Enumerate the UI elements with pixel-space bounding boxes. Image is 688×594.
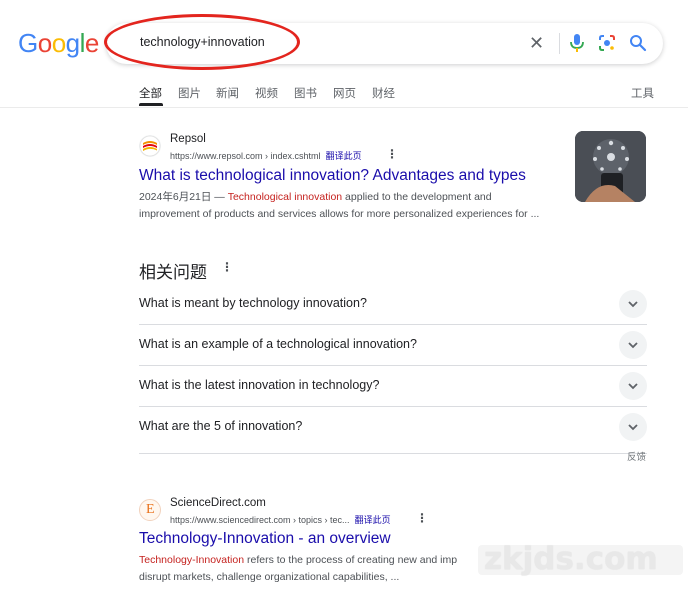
sciencedirect-favicon: E bbox=[139, 499, 161, 521]
snippet-text: refers to the process of creating new an… bbox=[244, 554, 458, 566]
result-snippet: 2024年6月21日 — Technological innovation ap… bbox=[139, 189, 539, 223]
result-url-text[interactable]: https://www.sciencedirect.com › topics ›… bbox=[170, 515, 350, 525]
result-snippet: Technology-Innovation refers to the proc… bbox=[139, 552, 457, 586]
more-options-icon[interactable]: ⋮ bbox=[416, 511, 428, 525]
result-site-name[interactable]: ScienceDirect.com bbox=[170, 497, 266, 509]
more-options-icon[interactable]: ⋮ bbox=[386, 147, 398, 161]
snippet-highlight: Technological innovation bbox=[227, 191, 343, 203]
related-question-item[interactable]: What are the 5 of innovation? bbox=[139, 407, 647, 454]
search-tabs: 全部 图片 新闻 视频 图书 网页 财经 bbox=[139, 85, 654, 106]
question-text: What are the 5 of innovation? bbox=[139, 419, 303, 433]
header-divider bbox=[0, 107, 688, 108]
result-title-link[interactable]: What is technological innovation? Advant… bbox=[139, 167, 526, 185]
chevron-down-icon[interactable] bbox=[619, 372, 647, 400]
snippet-highlight: Technology-Innovation bbox=[139, 554, 245, 566]
result-site-name[interactable]: Repsol bbox=[170, 133, 206, 145]
technology-thumbnail-icon bbox=[575, 131, 646, 202]
snippet-text: applied to the development and bbox=[342, 191, 492, 203]
logo-letter: o bbox=[37, 28, 52, 58]
logo-letter: G bbox=[18, 28, 38, 58]
result-thumbnail-image[interactable] bbox=[575, 131, 646, 202]
chevron-down-icon[interactable] bbox=[619, 413, 647, 441]
result-url[interactable]: https://www.repsol.com › index.cshtml 翻译… bbox=[170, 149, 362, 162]
tab-all[interactable]: 全部 bbox=[139, 85, 162, 101]
lens-icon[interactable] bbox=[597, 33, 617, 53]
tab-web[interactable]: 网页 bbox=[333, 85, 356, 101]
chevron-down-icon[interactable] bbox=[619, 331, 647, 359]
active-tab-indicator bbox=[139, 103, 163, 106]
google-logo[interactable]: Google bbox=[18, 28, 99, 59]
related-questions-title: 相关问题 bbox=[139, 263, 207, 282]
repsol-logo-icon bbox=[139, 135, 161, 157]
translate-link[interactable]: 翻译此页 bbox=[326, 151, 362, 161]
search-input[interactable]: technology+innovation bbox=[140, 35, 265, 49]
more-options-icon[interactable]: ⋮ bbox=[221, 260, 233, 274]
repsol-favicon bbox=[139, 135, 161, 157]
question-text: What is the latest innovation in technol… bbox=[139, 378, 380, 392]
result-url[interactable]: https://www.sciencedirect.com › topics ›… bbox=[170, 513, 391, 526]
related-question-item[interactable]: What is an example of a technological in… bbox=[139, 325, 647, 366]
logo-letter: e bbox=[84, 28, 99, 58]
search-box[interactable]: technology+innovation ✕ bbox=[106, 23, 663, 64]
favicon-letter: E bbox=[146, 502, 155, 517]
logo-letter: g bbox=[65, 28, 80, 58]
tab-finance[interactable]: 财经 bbox=[372, 85, 395, 101]
result-url-text[interactable]: https://www.repsol.com › index.cshtml bbox=[170, 151, 321, 161]
feedback-link[interactable]: 反馈 bbox=[627, 449, 646, 463]
tab-videos[interactable]: 视频 bbox=[255, 85, 278, 101]
snippet-date: 2024年6月21日 — bbox=[139, 191, 228, 203]
snippet-text: improvement of products and services all… bbox=[139, 208, 540, 220]
question-text: What is an example of a technological in… bbox=[139, 337, 417, 351]
logo-letter: o bbox=[51, 28, 66, 58]
related-question-item[interactable]: What is meant by technology innovation? bbox=[139, 284, 647, 325]
search-divider bbox=[559, 33, 560, 54]
snippet-text: disrupt markets, challenge organizationa… bbox=[139, 571, 400, 583]
related-question-item[interactable]: What is the latest innovation in technol… bbox=[139, 366, 647, 407]
microphone-icon[interactable] bbox=[567, 32, 587, 54]
tab-images[interactable]: 图片 bbox=[178, 85, 201, 101]
result-title-link[interactable]: Technology-Innovation - an overview bbox=[139, 530, 391, 548]
clear-icon[interactable]: ✕ bbox=[529, 32, 544, 54]
watermark: zkjds.com bbox=[478, 541, 683, 579]
translate-link[interactable]: 翻译此页 bbox=[355, 515, 391, 525]
question-text: What is meant by technology innovation? bbox=[139, 296, 367, 310]
chevron-down-icon[interactable] bbox=[619, 290, 647, 318]
watermark-text: zkjds.com bbox=[484, 541, 658, 577]
tab-news[interactable]: 新闻 bbox=[216, 85, 239, 101]
tools-button[interactable]: 工具 bbox=[631, 85, 654, 101]
tab-books[interactable]: 图书 bbox=[294, 85, 317, 101]
search-icon[interactable] bbox=[628, 33, 648, 53]
